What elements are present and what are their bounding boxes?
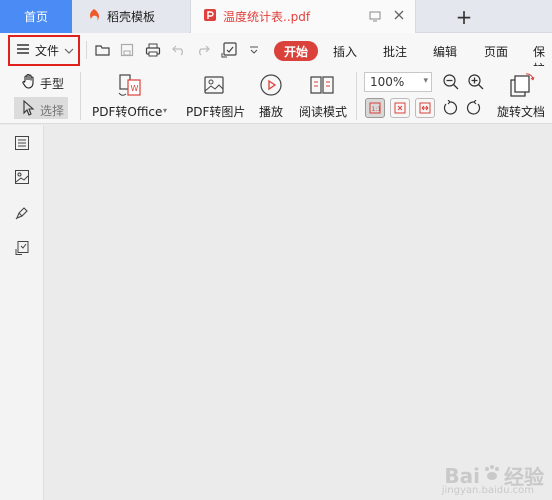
play-icon <box>258 72 284 98</box>
fit-page-icon <box>394 102 406 114</box>
pdf-to-image-button[interactable]: PDF转图片 <box>186 103 245 120</box>
close-icon[interactable] <box>393 9 405 24</box>
tab-document[interactable]: 温度统计表..pdf <box>190 0 416 33</box>
pdf-to-image-icon <box>200 72 228 98</box>
print-icon[interactable] <box>144 41 162 59</box>
svg-text:1:1: 1:1 <box>372 106 382 113</box>
save-icon[interactable] <box>118 41 136 59</box>
attachment-icon[interactable] <box>12 238 32 258</box>
tab-template-label: 稻壳模板 <box>107 10 156 24</box>
pen-annotation-icon[interactable] <box>12 203 32 223</box>
redo-icon[interactable] <box>194 41 212 59</box>
hand-icon <box>20 72 38 90</box>
tab-insert[interactable]: 插入 <box>333 43 357 60</box>
divider <box>356 72 357 120</box>
chevron-down-icon: ▾ <box>423 76 428 86</box>
open-folder-icon[interactable] <box>94 41 112 59</box>
tab-edit[interactable]: 编辑 <box>433 43 457 60</box>
tab-document-label: 温度统计表..pdf <box>223 10 311 24</box>
outline-icon[interactable] <box>12 133 32 153</box>
undo-icon[interactable] <box>170 41 188 59</box>
tab-bar: 首页 稻壳模板 温度统计表..pdf + <box>0 0 552 33</box>
tab-page[interactable]: 页面 <box>484 43 508 60</box>
tab-template[interactable]: 稻壳模板 <box>73 0 189 33</box>
rotate-right-icon[interactable] <box>464 98 484 118</box>
thumbnail-icon[interactable] <box>12 167 32 187</box>
rotate-document-icon <box>506 71 536 99</box>
read-mode-button[interactable]: 阅读模式 <box>299 103 347 120</box>
plus-icon: + <box>455 4 473 29</box>
watermark-brand: Bai <box>444 463 480 488</box>
tab-comment[interactable]: 批注 <box>383 43 407 60</box>
chevron-down-icon[interactable]: ▾ <box>163 106 167 115</box>
divider <box>86 41 87 59</box>
zoom-value: 100% <box>370 75 405 89</box>
hamburger-icon <box>16 43 30 58</box>
export-icon[interactable] <box>220 40 240 60</box>
left-sidebar <box>0 125 44 500</box>
file-menu-button[interactable]: 文件 <box>8 35 80 66</box>
file-menu-label: 文件 <box>35 44 60 58</box>
zoom-select[interactable]: 100% ▾ <box>364 72 432 92</box>
pdf-to-office-button[interactable]: PDF转Office <box>92 103 162 120</box>
select-tool-label: 选择 <box>40 104 65 118</box>
divider <box>80 72 81 120</box>
more-dropdown-icon[interactable] <box>248 43 260 57</box>
watermark: Bai 经验 jingyan.baidu.com <box>442 461 544 497</box>
cursor-arrow-icon <box>20 99 38 117</box>
new-tab-button[interactable]: + <box>450 0 478 33</box>
document-canvas[interactable] <box>45 125 552 500</box>
hand-tool-label[interactable]: 手型 <box>40 75 64 92</box>
fit-width-icon <box>419 102 431 114</box>
play-button[interactable]: 播放 <box>259 103 283 120</box>
screen-icon[interactable] <box>369 10 381 25</box>
svg-text:W: W <box>131 84 139 93</box>
watermark-url: jingyan.baidu.com <box>441 485 534 496</box>
tab-start[interactable]: 开始 <box>274 41 318 61</box>
rotate-document-button[interactable]: 旋转文档 <box>497 103 545 120</box>
main-toolbar: 文件 开始 插入 批注 编辑 页面 保护 <box>0 33 552 76</box>
fit-width-button[interactable] <box>415 98 435 118</box>
actual-size-icon: 1:1 <box>369 102 381 114</box>
pdf-to-office-icon: W <box>116 72 144 98</box>
rotate-left-icon[interactable] <box>440 98 460 118</box>
zoom-out-icon[interactable] <box>441 72 461 92</box>
tab-start-label: 开始 <box>283 44 308 59</box>
chevron-down-icon <box>64 44 74 58</box>
zoom-in-icon[interactable] <box>466 72 486 92</box>
read-mode-icon <box>308 72 336 98</box>
ribbon: 手型 选择 W PDF转Office ▾ PDF转图片 播放 阅读模式 100%… <box>0 66 552 124</box>
docer-logo-icon <box>87 8 101 25</box>
fit-page-button[interactable] <box>390 98 410 118</box>
tab-home[interactable]: 首页 <box>0 0 72 33</box>
actual-size-button[interactable]: 1:1 <box>365 98 385 118</box>
tab-home-label: 首页 <box>23 10 48 24</box>
pdf-file-icon <box>203 8 217 25</box>
